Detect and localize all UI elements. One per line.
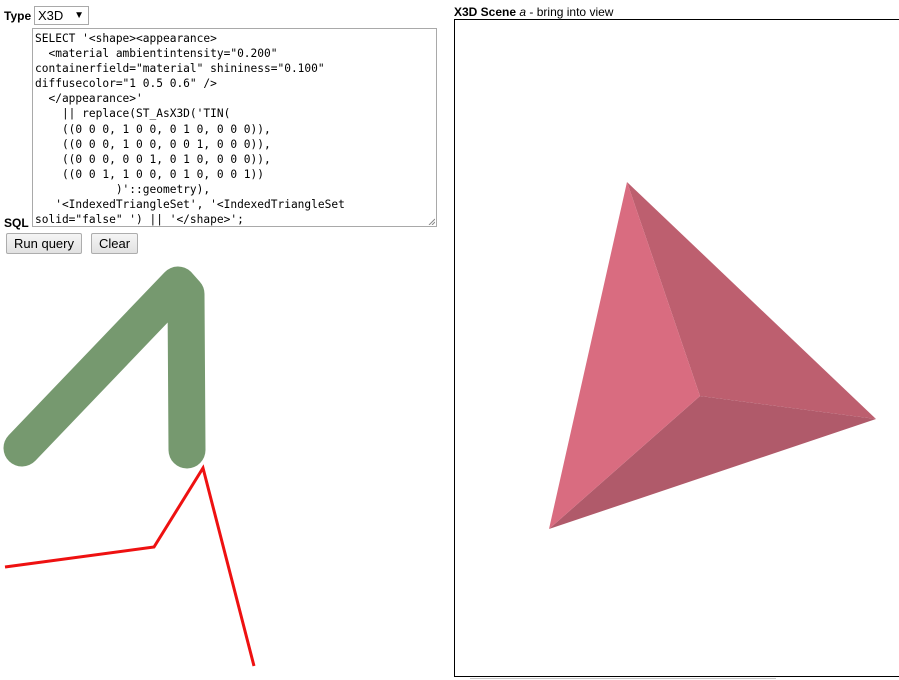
thin-linestring bbox=[4, 464, 256, 667]
x3d-scene-viewport[interactable] bbox=[454, 19, 899, 677]
thick-linestring bbox=[3, 266, 206, 469]
type-select-value: X3D bbox=[38, 8, 64, 23]
scene-scrollbar[interactable] bbox=[470, 678, 776, 679]
sql-label: SQL bbox=[4, 216, 29, 230]
resize-grip-icon[interactable] bbox=[428, 218, 435, 225]
scene-title-label: X3D Scene bbox=[454, 5, 517, 19]
sql-textarea[interactable]: SELECT '<shape><appearance> <material am… bbox=[32, 28, 437, 227]
geometry-preview bbox=[3, 266, 256, 667]
scene-title: X3D Scene a - bring into view bbox=[454, 5, 613, 19]
type-label: Type bbox=[4, 9, 32, 23]
sql-text: SELECT '<shape><appearance> <material am… bbox=[35, 32, 345, 227]
scene-title-suffix: - bring into view bbox=[526, 5, 614, 19]
tetrahedron-render bbox=[549, 182, 876, 529]
run-query-button[interactable]: Run query bbox=[6, 233, 82, 254]
triangle-down-icon: ▼ bbox=[74, 10, 84, 21]
clear-button[interactable]: Clear bbox=[91, 233, 138, 254]
type-select[interactable]: X3D ▼ bbox=[34, 6, 89, 25]
